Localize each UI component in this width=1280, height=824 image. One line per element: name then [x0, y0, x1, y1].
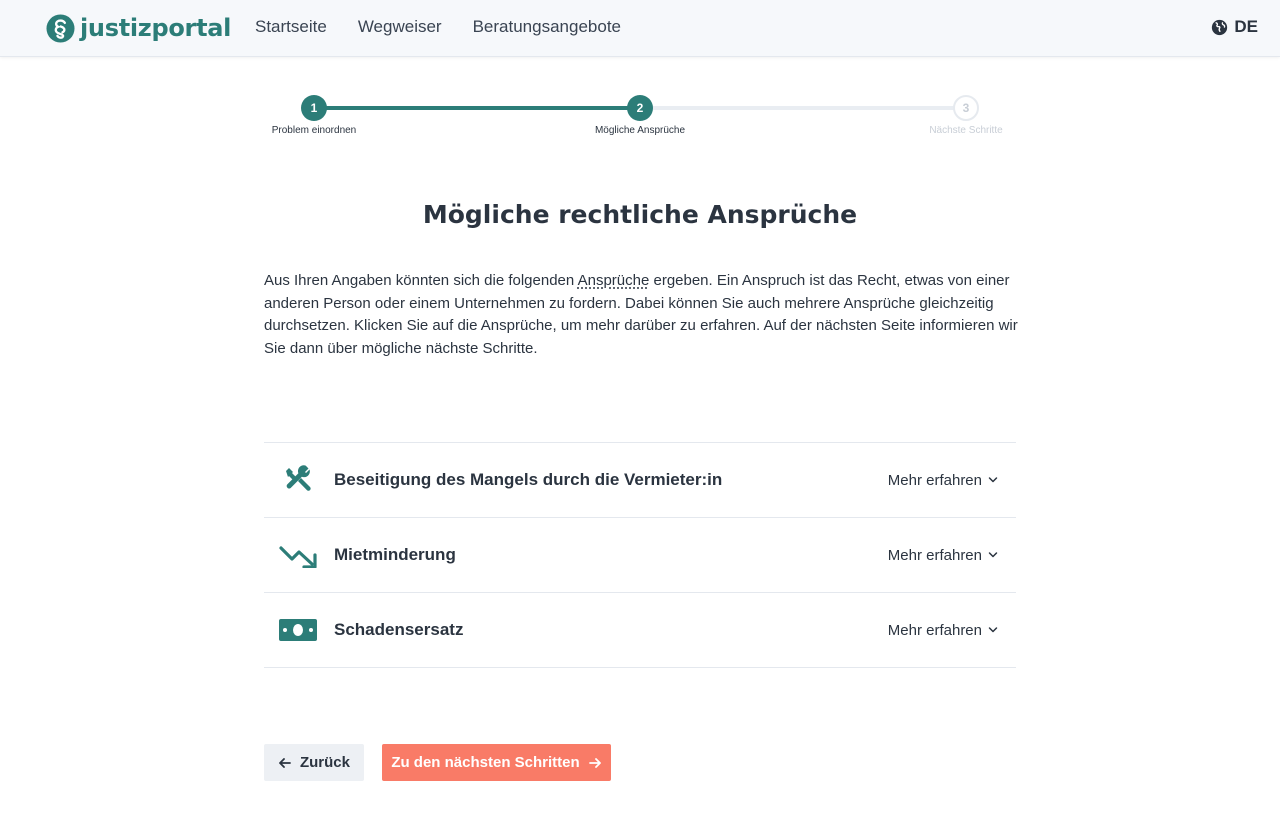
- language-label: DE: [1234, 17, 1258, 36]
- step-3-circle: 3: [953, 95, 979, 121]
- next-steps-button-label: Zu den nächsten Schritten: [391, 754, 580, 771]
- tools-icon: [278, 464, 318, 496]
- claim-item-schadensersatz[interactable]: Schadensersatz Mehr erfahren: [264, 593, 1016, 668]
- trend-down-icon: [278, 539, 318, 571]
- claim-item-mietminderung[interactable]: Mietminderung Mehr erfahren: [264, 518, 1016, 593]
- stepper-line-upcoming: [640, 106, 966, 110]
- globe-icon: [1212, 19, 1228, 35]
- arrow-right-icon: [588, 757, 601, 768]
- claim-title: Mietminderung: [334, 545, 456, 564]
- step-1-circle[interactable]: 1: [301, 95, 327, 121]
- back-button[interactable]: Zurück: [264, 744, 364, 781]
- mehr-erfahren-toggle[interactable]: Mehr erfahren: [888, 547, 998, 564]
- mehr-erfahren-label: Mehr erfahren: [887, 621, 982, 639]
- arrow-left-icon: [279, 757, 291, 768]
- mehr-erfahren-toggle[interactable]: Mehr erfahren: [888, 622, 998, 639]
- nav-item-beratungsangebote[interactable]: Beratungsangebote: [473, 16, 621, 38]
- step-1-label: Problem einordnen: [271, 125, 357, 136]
- step-2-label: Mögliche Ansprüche: [594, 125, 686, 136]
- glossary-term-ansprueche[interactable]: Ansprüche: [578, 272, 650, 289]
- logo-wordmark: justizportal: [80, 14, 232, 42]
- language-switcher[interactable]: DE: [1211, 17, 1258, 37]
- claims-list: Beseitigung des Mangels durch die Vermie…: [264, 442, 1016, 668]
- top-navigation-bar: justizportal Startseite Wegweiser Beratu…: [0, 0, 1280, 57]
- step-2-circle: 2: [627, 95, 653, 121]
- step-3-label: Nächste Schritte: [929, 125, 1003, 136]
- chevron-down-icon: [988, 477, 998, 483]
- claim-title: Schadensersatz: [334, 620, 464, 639]
- page-title: Mögliche rechtliche Ansprüche: [422, 200, 858, 229]
- chevron-down-icon: [988, 552, 998, 558]
- justizportal-logo[interactable]: justizportal: [46, 12, 231, 44]
- mehr-erfahren-label: Mehr erfahren: [887, 471, 982, 489]
- intro-text: Aus Ihren Angaben könnten sich die folge…: [264, 270, 1024, 360]
- stepper-line-completed: [314, 106, 640, 110]
- nav-item-wegweiser[interactable]: Wegweiser: [358, 16, 442, 38]
- main-nav: Startseite Wegweiser Beratungsangebote: [255, 16, 621, 38]
- next-steps-button[interactable]: Zu den nächsten Schritten: [382, 744, 611, 781]
- progress-stepper: 1 Problem einordnen 2 Mögliche Ansprüche…: [264, 94, 1016, 144]
- claim-title: Beseitigung des Mangels durch die Vermie…: [334, 470, 723, 489]
- nav-item-startseite[interactable]: Startseite: [255, 16, 327, 38]
- intro-text-start: Aus Ihren Angaben könnten sich die folge…: [264, 272, 578, 289]
- section-sign-logo-icon: [46, 13, 75, 43]
- back-button-label: Zurück: [299, 754, 350, 771]
- claim-item-mangelbeseitigung[interactable]: Beseitigung des Mangels durch die Vermie…: [264, 443, 1016, 518]
- mehr-erfahren-label: Mehr erfahren: [887, 546, 982, 564]
- mehr-erfahren-toggle[interactable]: Mehr erfahren: [888, 472, 998, 489]
- money-icon: [278, 614, 318, 646]
- chevron-down-icon: [988, 627, 998, 633]
